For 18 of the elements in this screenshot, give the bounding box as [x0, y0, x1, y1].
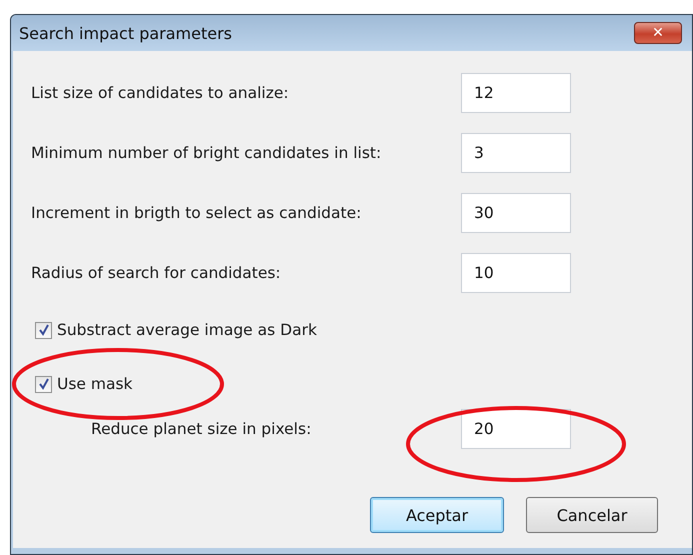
number-field[interactable]: 10	[461, 253, 571, 293]
checkbox[interactable]	[35, 376, 52, 392]
number-field[interactable]: 12	[461, 73, 571, 113]
accept-button[interactable]: Aceptar	[370, 497, 504, 533]
field-label: Increment in brigth to select as candidate:	[31, 204, 362, 222]
checkbox-label: Use mask	[57, 375, 133, 393]
cancel-button[interactable]: Cancelar	[526, 497, 658, 533]
checkbox[interactable]	[35, 322, 52, 338]
checkbox-label: Substract average image as Dark	[57, 321, 317, 339]
window-title: Search impact parameters	[19, 24, 232, 42]
close-button[interactable]: ✕	[634, 22, 682, 44]
number-field[interactable]: 3	[461, 133, 571, 173]
field-label: Minimum number of bright candidates in list:	[31, 144, 382, 162]
number-field[interactable]: 20	[461, 409, 571, 449]
field-label: Radius of search for candidates:	[31, 264, 282, 282]
field-label: List size of candidates to analize:	[31, 84, 290, 102]
field-label: Reduce planet size in pixels:	[91, 420, 312, 438]
number-field[interactable]: 30	[461, 193, 571, 233]
